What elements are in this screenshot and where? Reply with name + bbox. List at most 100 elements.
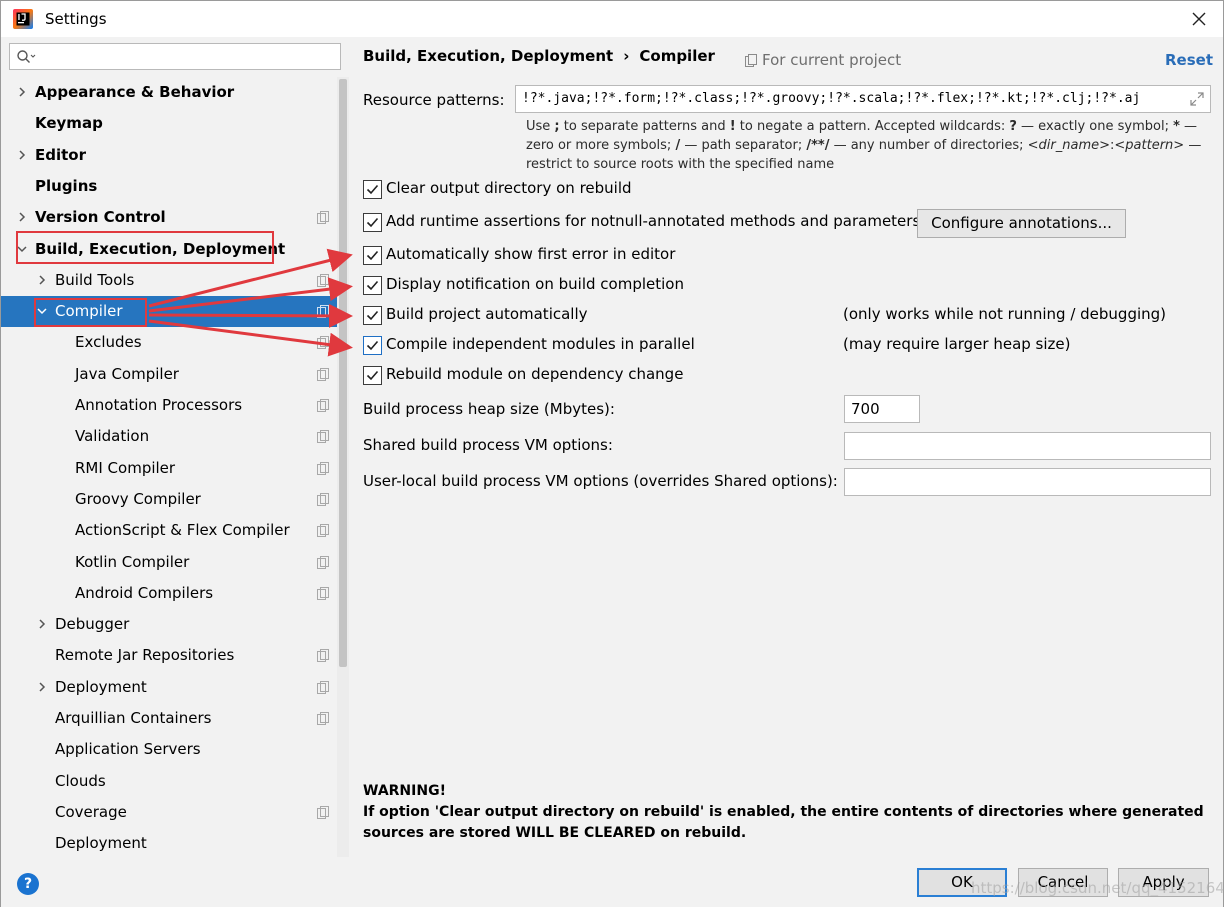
display-notification-checkbox[interactable] [363,276,382,295]
sidebar-item-validation[interactable]: Validation [1,421,337,452]
checkmark-icon [366,280,379,291]
sidebar-item-remote-jar-repositories[interactable]: Remote Jar Repositories [1,640,337,671]
chevron-right-icon[interactable] [17,87,27,97]
display-notification-label[interactable]: Display notification on build completion [386,275,684,293]
project-scope-icon [317,586,329,600]
project-scope-icon [317,524,329,538]
sidebar-item-label: Appearance & Behavior [35,83,235,101]
rebuild-on-change-label[interactable]: Rebuild module on dependency change [386,365,683,383]
sidebar-item-label: Build Tools [55,270,135,289]
sidebar-item-label: Arquillian Containers [55,709,212,727]
project-scope-icon [317,399,329,412]
sidebar-item-plugins[interactable]: Plugins [1,171,337,202]
highlight-box-compiler [34,298,147,327]
rebuild-on-change-checkbox[interactable] [363,366,382,385]
sidebar-scrollbar[interactable] [337,77,349,857]
sidebar-item-label: Editor [35,145,86,164]
settings-tree: Appearance & Behavior Keymap Editor Plugins… [1,77,337,857]
sidebar-item-deployment[interactable]: Deployment [1,672,337,703]
resource-patterns-hint: Use ; to separate patterns and ! to nega… [526,119,1202,172]
heap-size-input[interactable]: 700 [844,395,920,423]
sidebar-item-application-servers[interactable]: Application Servers [1,734,337,765]
sidebar-item-label: Deployment [55,834,147,853]
sidebar-item-label: Kotlin Compiler [75,552,190,571]
sidebar-item-kotlin-compiler[interactable]: Kotlin Compiler [1,547,337,578]
checkmark-icon [366,370,379,381]
reset-link[interactable]: Reset [1165,51,1213,69]
sidebar-item-editor[interactable]: Editor [1,140,337,171]
checkmark-icon [366,217,379,228]
sidebar-item-label: Keymap [35,114,103,133]
compiler-settings-panel: Build, Execution, Deployment › Compiler Fo… [349,37,1223,857]
clear-output-warning: WARNING! If option 'Clear output directo… [363,781,1204,844]
chevron-right-icon[interactable] [37,682,47,692]
close-button[interactable] [1185,5,1213,33]
heap-size-label: Build process heap size (Mbytes): [363,400,615,418]
sidebar-item-arquillian-containers[interactable]: Arquillian Containers [1,703,337,734]
help-button[interactable]: ? [17,873,39,895]
sidebar-item-label: Debugger [55,615,130,634]
project-scope-icon [317,680,329,694]
warning-title: WARNING! [363,783,446,799]
title-bar: Settings [1,1,1223,37]
search-icon [17,50,36,63]
sidebar-item-keymap[interactable]: Keymap [1,108,337,139]
sidebar-item-groovy-compiler[interactable]: Groovy Compiler [1,484,337,515]
sidebar-item-excludes[interactable]: Excludes [1,327,337,358]
project-scope-icon [317,305,329,319]
show-first-error-checkbox[interactable] [363,246,382,265]
project-scope-icon [317,430,329,444]
chevron-right-icon[interactable] [17,212,27,222]
sidebar-item-coverage[interactable]: Coverage [1,797,337,828]
show-first-error-label[interactable]: Automatically show first error in editor [386,245,675,263]
build-automatically-label[interactable]: Build project automatically [386,305,588,323]
sidebar-item-actionscript-flex-compiler[interactable]: ActionScript & Flex Compiler [1,515,337,546]
sidebar-item-java-compiler[interactable]: Java Compiler [1,359,337,390]
chevron-right-icon[interactable] [17,150,27,160]
project-scope-icon [317,273,329,287]
sidebar-item-label: RMI Compiler [75,458,176,477]
chevron-right-icon[interactable] [37,275,47,285]
sidebar-item-deployment[interactable]: Deployment [1,828,337,859]
project-scope-icon [317,211,329,225]
resource-patterns-field[interactable]: !?*.java;!?*.form;!?*.class;!?*.groovy;!… [515,85,1211,113]
checkmark-icon [366,250,379,261]
compile-parallel-label[interactable]: Compile independent modules in parallel [386,335,695,353]
expand-icon[interactable] [1190,92,1204,106]
settings-search-input[interactable] [9,43,341,70]
runtime-assertions-checkbox[interactable] [363,213,382,232]
sidebar-item-appearance-behavior[interactable]: Appearance & Behavior [1,77,337,108]
sidebar-item-clouds[interactable]: Clouds [1,766,337,797]
breadcrumb: Build, Execution, Deployment › Compiler [363,47,715,65]
chevron-right-icon[interactable] [37,619,47,629]
project-scope-icon [317,367,329,381]
clear-output-label[interactable]: Clear output directory on rebuild [386,179,632,197]
sidebar-item-build-tools[interactable]: Build Tools [1,265,337,296]
sidebar-item-label: Plugins [35,176,98,195]
shared-vm-options-input[interactable] [844,432,1211,460]
window-title: Settings [45,10,107,28]
scrollbar-thumb[interactable] [339,79,347,667]
scope-indicator: For current project [745,51,901,69]
sidebar-item-version-control[interactable]: Version Control [1,202,337,233]
settings-dialog: Settings Appearance & Behavior Keymap Edit… [0,0,1224,907]
sidebar-item-android-compilers[interactable]: Android Compilers [1,578,337,609]
checkmark-icon [366,340,379,351]
sidebar-item-label: Deployment [55,677,147,696]
configure-annotations-button[interactable]: Configure annotations... [917,209,1126,238]
project-scope-icon [317,461,329,475]
sidebar-item-annotation-processors[interactable]: Annotation Processors [1,390,337,421]
runtime-assertions-label[interactable]: Add runtime assertions for notnull-annot… [386,212,920,230]
sidebar-item-rmi-compiler[interactable]: RMI Compiler [1,453,337,484]
close-icon[interactable] [1192,12,1206,26]
clear-output-checkbox[interactable] [363,180,382,199]
resource-patterns-label: Resource patterns: [363,91,505,109]
project-scope-icon [317,649,329,663]
compile-parallel-checkbox[interactable] [363,336,382,355]
build-automatically-checkbox[interactable] [363,306,382,325]
sidebar-item-label: Coverage [55,802,127,821]
sidebar-item-label: Clouds [55,771,106,790]
user-vm-options-input[interactable] [844,468,1211,496]
sidebar-item-label: ActionScript & Flex Compiler [75,521,290,540]
sidebar-item-debugger[interactable]: Debugger [1,609,337,640]
